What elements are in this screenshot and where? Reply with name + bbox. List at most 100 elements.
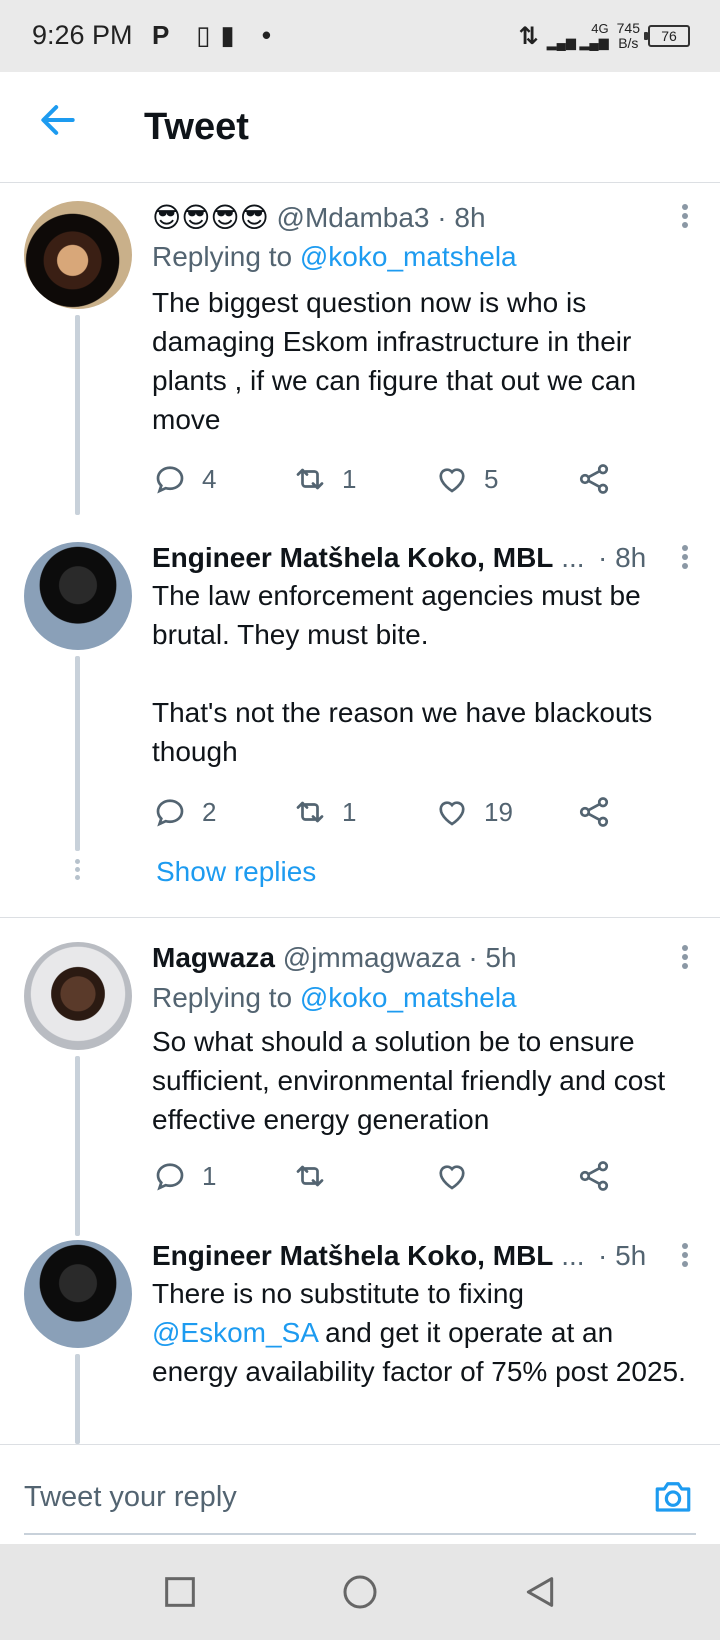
signal-icon: 4G ▂▄▆ ▂▄▆ [546, 21, 609, 50]
tweet-text: There is no substitute to fixing @Eskom_… [152, 1274, 692, 1391]
more-options-icon[interactable] [680, 942, 690, 972]
timestamp: · 5h [468, 942, 517, 973]
battery-icon: 76 [644, 25, 690, 47]
camera-icon[interactable] [652, 1475, 694, 1517]
share-button[interactable] [576, 1156, 612, 1196]
reply-button[interactable]: 2 [152, 792, 216, 832]
retweet-button[interactable]: 1 [292, 792, 356, 832]
top-bar: Tweet [0, 72, 720, 183]
name-truncation: ... [561, 542, 585, 573]
input-underline [24, 1533, 696, 1535]
replying-to: Replying to @koko_matshela [152, 241, 517, 273]
replying-to: Replying to @koko_matshela [152, 982, 517, 1014]
display-name[interactable]: Magwaza [152, 942, 275, 973]
tweet-koko-1[interactable]: Engineer Matšhela Koko, MBL ... · 8h The… [0, 530, 720, 890]
avatar[interactable] [24, 1240, 132, 1348]
tweet-header: Magwaza @jmmagwaza · 5h [152, 942, 517, 974]
heart-icon [439, 1165, 465, 1190]
heart-icon [439, 801, 465, 826]
like-button[interactable] [434, 1156, 470, 1196]
replying-handle-link[interactable]: @koko_matshela [300, 241, 517, 272]
retweet-button[interactable]: 1 [292, 459, 356, 499]
tweet-header: 😎😎😎😎 @Mdamba3 · 8h [152, 201, 486, 234]
share-icon [579, 464, 609, 494]
network-type: 4G [591, 21, 609, 36]
like-button[interactable]: 5 [434, 459, 498, 499]
retweet-icon [296, 801, 324, 823]
retweet-count: 1 [342, 796, 357, 827]
share-button[interactable] [576, 792, 612, 832]
tweet-mdamba3[interactable]: 😎😎😎😎 @Mdamba3 · 8h Replying to @koko_mat… [0, 183, 720, 515]
mention-link[interactable]: @Eskom_SA [152, 1317, 317, 1348]
home-circle-icon[interactable] [340, 1572, 380, 1612]
share-button[interactable] [576, 459, 612, 499]
data-transfer-icon: ⇅ [518, 22, 539, 50]
reply-icon [156, 1163, 184, 1191]
handle[interactable]: @jmmagwaza [283, 942, 461, 973]
handle[interactable]: @Mdamba3 [277, 202, 430, 233]
more-options-icon[interactable] [680, 542, 690, 572]
thread-line [75, 656, 80, 851]
tweet-text: The law enforcement agencies must be bru… [152, 576, 692, 771]
show-replies-link[interactable]: Show replies [156, 856, 316, 888]
replying-prefix: Replying to [152, 982, 293, 1013]
system-nav-bar [0, 1544, 720, 1640]
avatar[interactable] [24, 542, 132, 650]
tweet-header: Engineer Matšhela Koko, MBL ... [152, 542, 585, 574]
tweet-header: Engineer Matšhela Koko, MBL ... [152, 1240, 585, 1272]
status-bar: 9:26 PM P ▯▮ • ⇅ 4G ▂▄▆ ▂▄▆ 745 B/s 76 [0, 0, 720, 72]
like-count: 5 [484, 463, 499, 494]
thread-continuation-dots [75, 856, 80, 883]
timestamp: · 8h [598, 542, 647, 573]
replying-handle-link[interactable]: @koko_matshela [300, 982, 517, 1013]
more-options-icon[interactable] [680, 1240, 690, 1270]
reply-icon [156, 466, 184, 494]
tweet-text: The biggest question now is who is damag… [152, 287, 637, 435]
display-name[interactable]: Engineer Matšhela Koko, MBL [152, 1240, 553, 1271]
retweet-icon [296, 1165, 324, 1187]
recents-square-icon[interactable] [160, 1572, 200, 1612]
speed-value: 745 [616, 20, 640, 36]
reply-count: 2 [202, 796, 217, 827]
timestamp: · 8h [437, 202, 486, 233]
reply-button[interactable]: 4 [152, 459, 216, 499]
reply-count: 4 [202, 463, 217, 494]
status-time: 9:26 PM [32, 20, 133, 50]
retweet-button[interactable] [292, 1156, 328, 1196]
thread-line [75, 1056, 80, 1236]
tweet-actions: 1 [152, 1156, 622, 1196]
timestamp: · 5h [598, 1240, 647, 1271]
like-count: 19 [484, 796, 513, 827]
reply-button[interactable]: 1 [152, 1156, 216, 1196]
share-icon [579, 797, 609, 827]
thread-line [75, 315, 80, 515]
timestamp-wrap: · 5h [598, 1240, 646, 1272]
heart-icon [439, 468, 465, 493]
tweet-text-line2: That's not the reason we have blackouts … [152, 697, 653, 767]
notification-icons: P ▯▮ • [152, 20, 282, 50]
share-icon [579, 1161, 609, 1191]
reply-composer: Tweet your reply [0, 1444, 720, 1545]
arrow-left-icon[interactable] [36, 98, 80, 142]
display-name[interactable]: 😎😎😎😎 [152, 202, 269, 233]
avatar[interactable] [24, 201, 132, 309]
avatar[interactable] [24, 942, 132, 1050]
like-button[interactable]: 19 [434, 792, 513, 832]
back-triangle-icon[interactable] [520, 1572, 560, 1612]
tweet-actions: 2 1 19 [152, 792, 622, 832]
tweet-magwaza[interactable]: Magwaza @jmmagwaza · 5h Replying to @kok… [0, 918, 720, 1238]
display-name[interactable]: Engineer Matšhela Koko, MBL [152, 542, 553, 573]
tweet-koko-2[interactable]: Engineer Matšhela Koko, MBL ... · 5h The… [0, 1226, 720, 1444]
tweet-text-before: There is no substitute to fixing [152, 1278, 524, 1309]
timestamp-wrap: · 8h [598, 542, 646, 574]
retweet-count: 1 [342, 463, 357, 494]
reply-icon [156, 799, 184, 827]
more-options-icon[interactable] [680, 201, 690, 231]
network-speed: 745 B/s [617, 21, 640, 51]
status-right: ⇅ 4G ▂▄▆ ▂▄▆ 745 B/s 76 [518, 14, 690, 58]
reply-count: 1 [202, 1160, 217, 1191]
tweet-actions: 4 1 5 [152, 459, 622, 499]
retweet-icon [296, 468, 324, 490]
reply-input[interactable]: Tweet your reply [24, 1481, 237, 1514]
tweet-text-line1: The law enforcement agencies must be bru… [152, 580, 641, 650]
